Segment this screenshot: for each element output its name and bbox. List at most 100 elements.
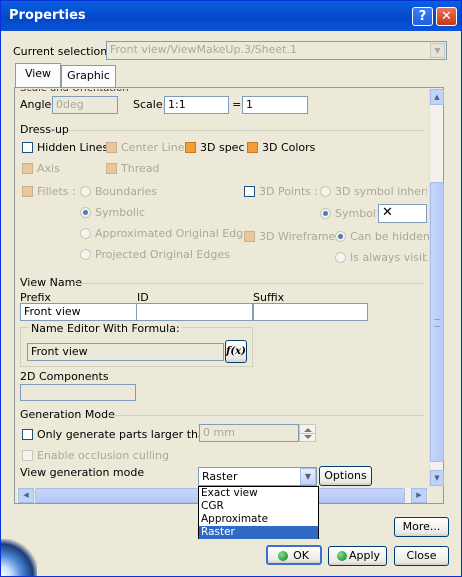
projected-edges-label: Projected Original Edges [95, 248, 230, 261]
thread-label: Thread [121, 162, 160, 175]
ok-green-icon [278, 551, 288, 561]
hidden-lines-label: Hidden Lines [37, 141, 109, 154]
apply-button[interactable]: Apply [328, 546, 387, 566]
options-button[interactable]: Options [319, 466, 372, 486]
3d-points-label: 3D Points : [259, 185, 319, 198]
close-button[interactable]: Close [394, 546, 449, 566]
close-window-button[interactable]: ✕ [436, 7, 457, 26]
axis-label: Axis [37, 162, 60, 175]
formula-icon: f(x) [226, 346, 246, 357]
3d-spec-label: 3D spec [200, 141, 245, 154]
current-selection-value: Front view/ViewMakeUp.3/Sheet.1 [110, 43, 297, 56]
symbol-inheritance-radio[interactable] [320, 186, 331, 197]
scroll-up-icon[interactable]: ▲ [430, 89, 444, 105]
3d-colors-label: 3D Colors [262, 141, 316, 154]
id-field[interactable] [136, 303, 253, 321]
angle-field[interactable]: 0deg [52, 96, 118, 114]
tab-graphic[interactable]: Graphic [61, 65, 116, 87]
scroll-down-icon[interactable]: ▼ [430, 470, 444, 486]
help-button[interactable]: ? [412, 7, 433, 26]
occlusion-culling-checkbox[interactable] [22, 450, 33, 461]
center-line-label: Center Line [121, 141, 185, 154]
3d-colors-checkbox[interactable] [247, 142, 258, 153]
always-visible-radio[interactable] [335, 252, 346, 263]
symbol-x-icon: ✕ [382, 205, 393, 220]
angle-label: Angle: [20, 98, 56, 111]
generation-mode-options-list: Exact view CGR Approximate Raster [198, 486, 319, 539]
3d-points-checkbox[interactable] [244, 186, 255, 197]
tab-view[interactable]: View [15, 63, 61, 87]
current-selection-field[interactable]: Front view/ViewMakeUp.3/Sheet.1 [106, 41, 447, 60]
occlusion-culling-label: Enable occlusion culling [37, 449, 169, 462]
view-name-separator [75, 283, 424, 284]
vertical-scrollbar[interactable]: ▲ ▼ [429, 89, 444, 486]
prefix-value: Front view [24, 305, 81, 318]
3d-spec-checkbox[interactable] [185, 142, 196, 153]
fillets-label: Fillets : [37, 185, 76, 198]
generation-mode-dropdown-icon[interactable]: ▼ [300, 468, 316, 485]
scale-field[interactable]: 1:1 [164, 96, 229, 114]
3d-wireframe-label: 3D Wireframe [259, 230, 336, 243]
name-editor-field[interactable]: Front view [27, 343, 224, 361]
symbol-inheritance-label: 3D symbol inheritance [335, 185, 427, 198]
3d-wireframe-checkbox[interactable] [244, 231, 255, 242]
symbol-picker[interactable]: ✕ [378, 204, 427, 223]
option-approximate[interactable]: Approximate [199, 513, 318, 526]
view-generation-mode-label: View generation mode [20, 466, 145, 479]
app-corner-logo-icon [1, 539, 37, 576]
2d-components-field[interactable] [20, 384, 136, 401]
more-button-label: More... [402, 520, 441, 533]
option-cgr[interactable]: CGR [199, 500, 318, 513]
thumb-grip-icon [434, 319, 440, 327]
part-size-field[interactable]: 0 mm [199, 424, 299, 442]
options-button-label: Options [324, 469, 367, 482]
spinner-down-icon[interactable] [304, 435, 312, 439]
vertical-scroll-thumb[interactable] [430, 182, 444, 462]
scale-ratio-field[interactable]: 1 [242, 96, 308, 114]
name-editor-value: Front view [31, 345, 88, 358]
can-be-hidden-label: Can be hidden [350, 230, 430, 243]
selection-dropdown-icon[interactable]: ▼ [430, 43, 445, 58]
formula-editor-button[interactable]: f(x) [225, 340, 247, 363]
boundaries-label: Boundaries [95, 185, 158, 198]
spinner-up-icon[interactable] [304, 428, 312, 432]
symbolic-label: Symbolic [95, 206, 146, 219]
tab-graphic-label: Graphic [67, 69, 110, 82]
always-visible-label: Is always visible [350, 251, 427, 264]
fillets-checkbox[interactable] [22, 186, 33, 197]
view-name-header: View Name [20, 276, 83, 289]
window-title: Properties [9, 8, 86, 23]
only-generate-larger-checkbox[interactable] [22, 429, 33, 440]
symbol-label: Symbol [335, 207, 376, 220]
symbolic-radio[interactable] [80, 207, 91, 218]
dressup-separator [69, 130, 424, 131]
boundaries-radio[interactable] [80, 186, 91, 197]
ok-button[interactable]: OK [266, 545, 322, 565]
axis-checkbox[interactable] [22, 163, 33, 174]
can-be-hidden-radio[interactable] [335, 231, 346, 242]
tab-view-label: View [24, 67, 52, 80]
scroll-left-icon[interactable]: ◀ [18, 488, 34, 503]
name-editor-label: Name Editor With Formula: [29, 322, 182, 335]
symbol-radio[interactable] [320, 208, 331, 219]
option-raster[interactable]: Raster [199, 526, 318, 539]
scale-label: Scale: [133, 98, 167, 111]
approximated-edges-radio[interactable] [80, 228, 91, 239]
close-button-label: Close [406, 549, 437, 562]
projected-edges-radio[interactable] [80, 249, 91, 260]
more-button[interactable]: More... [394, 517, 449, 537]
generation-mode-separator [107, 415, 424, 416]
dressup-header: Dress-up [20, 123, 69, 136]
current-selection-label: Current selection : [13, 45, 115, 58]
scroll-right-icon[interactable]: ▶ [411, 488, 427, 503]
approximated-edges-label: Approximated Original Edges [95, 227, 256, 240]
thread-checkbox[interactable] [106, 163, 117, 174]
hidden-lines-checkbox[interactable] [22, 142, 33, 153]
title-bar: Properties ? ✕ [1, 1, 461, 31]
center-line-checkbox[interactable] [106, 142, 117, 153]
option-exact-view[interactable]: Exact view [199, 487, 318, 500]
suffix-field[interactable] [253, 303, 368, 321]
prefix-field[interactable]: Front view [20, 303, 137, 321]
scale-ratio-value: 1 [246, 98, 253, 111]
part-size-spinner[interactable] [299, 424, 316, 442]
